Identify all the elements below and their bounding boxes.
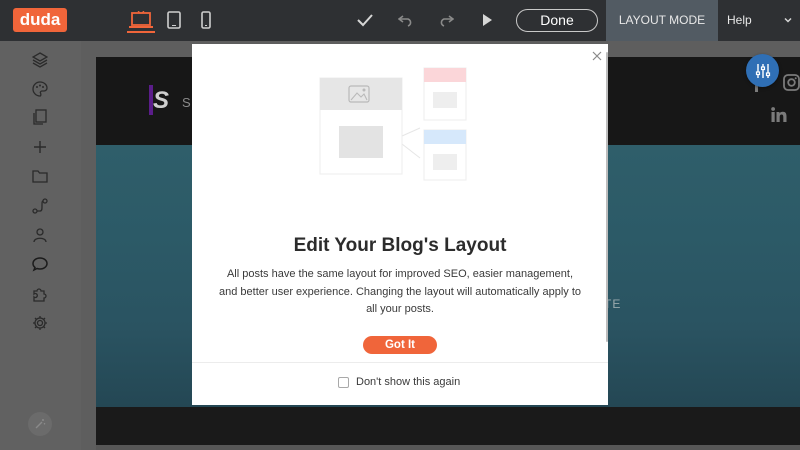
modal-scrollbar[interactable]	[606, 52, 608, 342]
instagram-icon	[783, 74, 800, 95]
redo-icon	[440, 15, 454, 27]
magic-wand-icon	[35, 419, 46, 429]
sidebar-item-users[interactable]	[31, 226, 49, 244]
dont-show-again-checkbox[interactable]	[338, 377, 349, 388]
layout-settings-button[interactable]	[746, 54, 779, 87]
sidebar-item-add[interactable]	[31, 138, 49, 156]
sidebar-item-comments[interactable]	[31, 255, 49, 273]
dont-show-again-label[interactable]: Don't show this again	[356, 376, 460, 388]
layers-icon	[32, 52, 48, 68]
checkmark-icon	[357, 14, 373, 27]
desktop-icon	[129, 11, 153, 28]
preview-button[interactable]	[476, 10, 498, 30]
mobile-view-button[interactable]	[198, 9, 214, 31]
sidebar-item-flow[interactable]	[31, 197, 49, 215]
chevron-down-icon[interactable]	[783, 15, 793, 25]
tablet-view-button[interactable]	[165, 9, 183, 31]
got-it-button[interactable]: Got It	[363, 336, 437, 354]
help-menu[interactable]: Help	[727, 0, 752, 41]
site-logo-letter: S	[153, 87, 170, 114]
user-icon	[33, 228, 47, 243]
top-toolbar: duda Done LAYOUT MODE Help	[0, 0, 800, 41]
sidebar-item-apps[interactable]	[31, 285, 49, 303]
sidebar-item-pages[interactable]	[31, 108, 49, 126]
layout-mode-tab[interactable]: LAYOUT MODE	[606, 0, 718, 41]
sliders-icon	[755, 63, 770, 78]
comment-icon	[32, 257, 48, 272]
gear-icon	[33, 316, 47, 330]
modal-description: All posts have the same layout for impro…	[219, 268, 581, 315]
redo-button[interactable]	[435, 10, 457, 30]
folder-icon	[32, 170, 48, 183]
puzzle-icon	[33, 288, 47, 302]
undo-icon	[398, 15, 412, 27]
sidebar-item-content[interactable]	[31, 167, 49, 185]
play-icon	[483, 14, 492, 26]
assistant-button[interactable]	[28, 412, 52, 436]
close-icon	[592, 51, 602, 61]
flow-icon	[32, 198, 48, 214]
desktop-view-button[interactable]	[127, 9, 155, 33]
left-sidebar	[0, 41, 81, 450]
pages-icon	[33, 109, 47, 125]
sidebar-item-design[interactable]	[31, 80, 49, 98]
tablet-icon	[167, 11, 181, 29]
site-footer	[96, 407, 800, 445]
close-button[interactable]	[590, 49, 604, 63]
blog-layout-modal: Edit Your Blog's Layout All posts have t…	[192, 44, 608, 405]
plus-icon	[34, 141, 46, 153]
undo-button[interactable]	[395, 10, 417, 30]
duda-logo[interactable]: duda	[13, 8, 67, 32]
sidebar-item-layers[interactable]	[31, 51, 49, 69]
done-button[interactable]: Done	[516, 9, 598, 32]
mobile-icon	[201, 11, 211, 29]
modal-title: Edit Your Blog's Layout	[293, 235, 507, 256]
horizontal-scrollbar[interactable]	[96, 445, 800, 450]
palette-icon	[32, 81, 48, 97]
modal-divider	[192, 362, 608, 363]
linkedin-icon	[771, 107, 787, 126]
publish-check-button[interactable]	[354, 10, 376, 30]
layout-illustration	[319, 67, 467, 181]
sidebar-item-settings[interactable]	[31, 314, 49, 332]
